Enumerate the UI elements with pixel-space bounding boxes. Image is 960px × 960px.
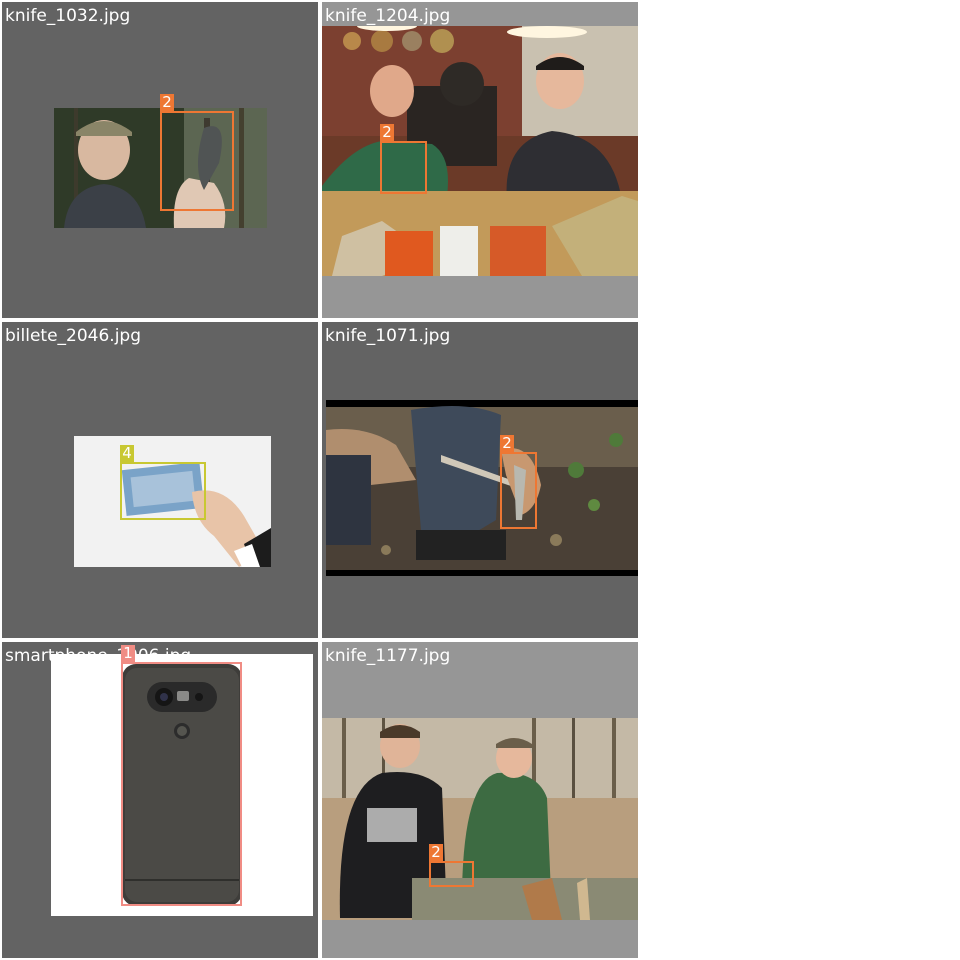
tile-photo <box>322 26 638 276</box>
knife-bounding-box[interactable] <box>380 141 427 194</box>
knife-bounding-box[interactable] <box>160 111 234 211</box>
detection-mosaic: knife_1032.jpg 2 knife_1204.jpg 2 billet… <box>0 0 640 960</box>
tile-filename: knife_1071.jpg <box>325 326 451 346</box>
tile-filename: knife_1177.jpg <box>325 646 451 666</box>
class-id-tag: 2 <box>160 94 174 111</box>
mosaic-tile[interactable]: knife_1071.jpg 2 <box>322 322 638 638</box>
mosaic-tile[interactable]: knife_1177.jpg 2 <box>322 642 638 958</box>
knife-bounding-box[interactable] <box>429 861 474 887</box>
class-id-tag: 2 <box>429 844 443 861</box>
tile-filename: knife_1032.jpg <box>5 6 131 26</box>
mosaic-tile[interactable]: knife_1204.jpg 2 <box>322 2 638 318</box>
class-id-tag: 2 <box>500 435 514 452</box>
tile-filename: billete_2046.jpg <box>5 326 142 346</box>
knife-bounding-box[interactable] <box>500 452 537 529</box>
banknote-bounding-box[interactable] <box>120 462 206 520</box>
mosaic-tile[interactable]: billete_2046.jpg 4 <box>2 322 318 638</box>
class-id-tag: 4 <box>120 445 134 462</box>
mosaic-tile[interactable]: knife_1032.jpg 2 <box>2 2 318 318</box>
class-id-tag: 1 <box>121 645 135 662</box>
tile-photo <box>322 718 638 920</box>
class-id-tag: 2 <box>380 124 394 141</box>
tile-filename: knife_1204.jpg <box>325 6 451 26</box>
smartphone-bounding-box[interactable] <box>121 662 242 906</box>
tile-photo <box>326 400 638 576</box>
mosaic-tile[interactable]: smartphone_1006.jpg 1 <box>2 642 318 958</box>
